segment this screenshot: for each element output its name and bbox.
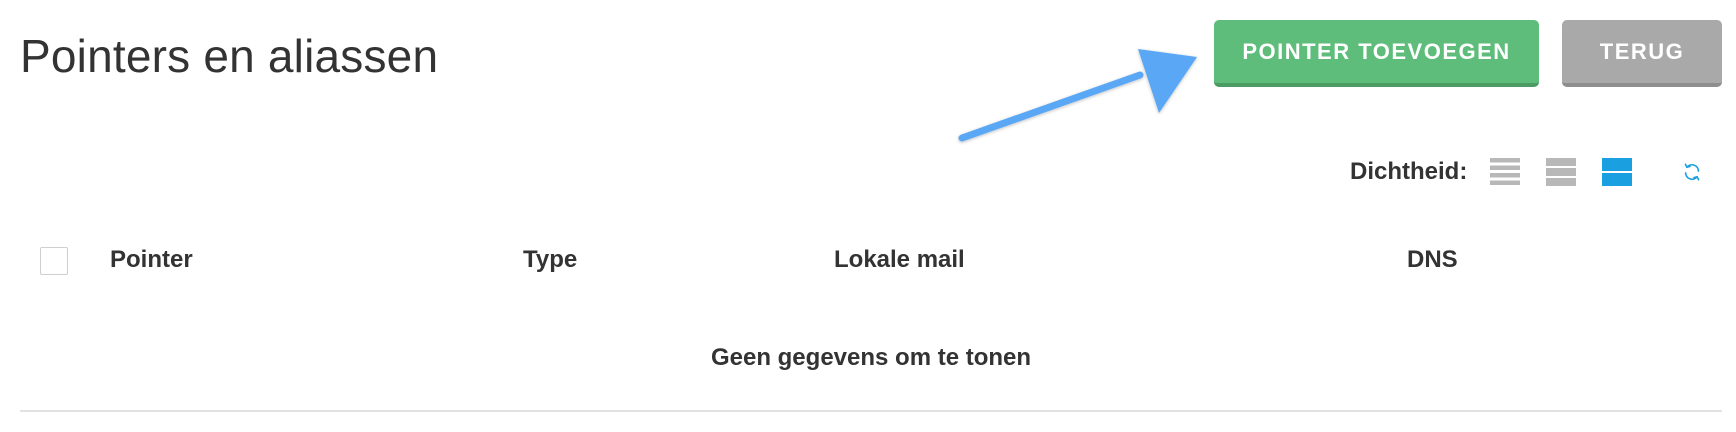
- table-header: Pointer Type Lokale mail DNS: [20, 240, 1722, 284]
- empty-table-message: Geen gegevens om te tonen: [710, 344, 1032, 371]
- pointers-table: Pointer Type Lokale mail DNS Geen gegeve…: [20, 240, 1722, 412]
- annotation-arrow-icon: [958, 49, 1197, 142]
- back-button[interactable]: TERUG: [1562, 20, 1722, 87]
- density-selector: Dichtheid:: [1350, 152, 1657, 192]
- density-normal-icon[interactable]: [1545, 156, 1577, 188]
- column-header-pointer[interactable]: Pointer: [110, 246, 193, 274]
- column-header-local-mail[interactable]: Lokale mail: [834, 246, 965, 274]
- refresh-icon[interactable]: [1681, 161, 1703, 183]
- add-pointer-button[interactable]: POINTER TOEVOEGEN: [1214, 20, 1539, 87]
- column-header-type[interactable]: Type: [523, 246, 577, 274]
- table-divider: [20, 410, 1722, 412]
- density-comfortable-icon[interactable]: [1601, 156, 1633, 188]
- density-compact-icon[interactable]: [1489, 156, 1521, 188]
- select-all-checkbox[interactable]: [40, 247, 68, 275]
- page-title: Pointers en aliassen: [20, 30, 439, 82]
- column-header-dns[interactable]: DNS: [1407, 246, 1458, 274]
- density-label: Dichtheid:: [1350, 158, 1468, 185]
